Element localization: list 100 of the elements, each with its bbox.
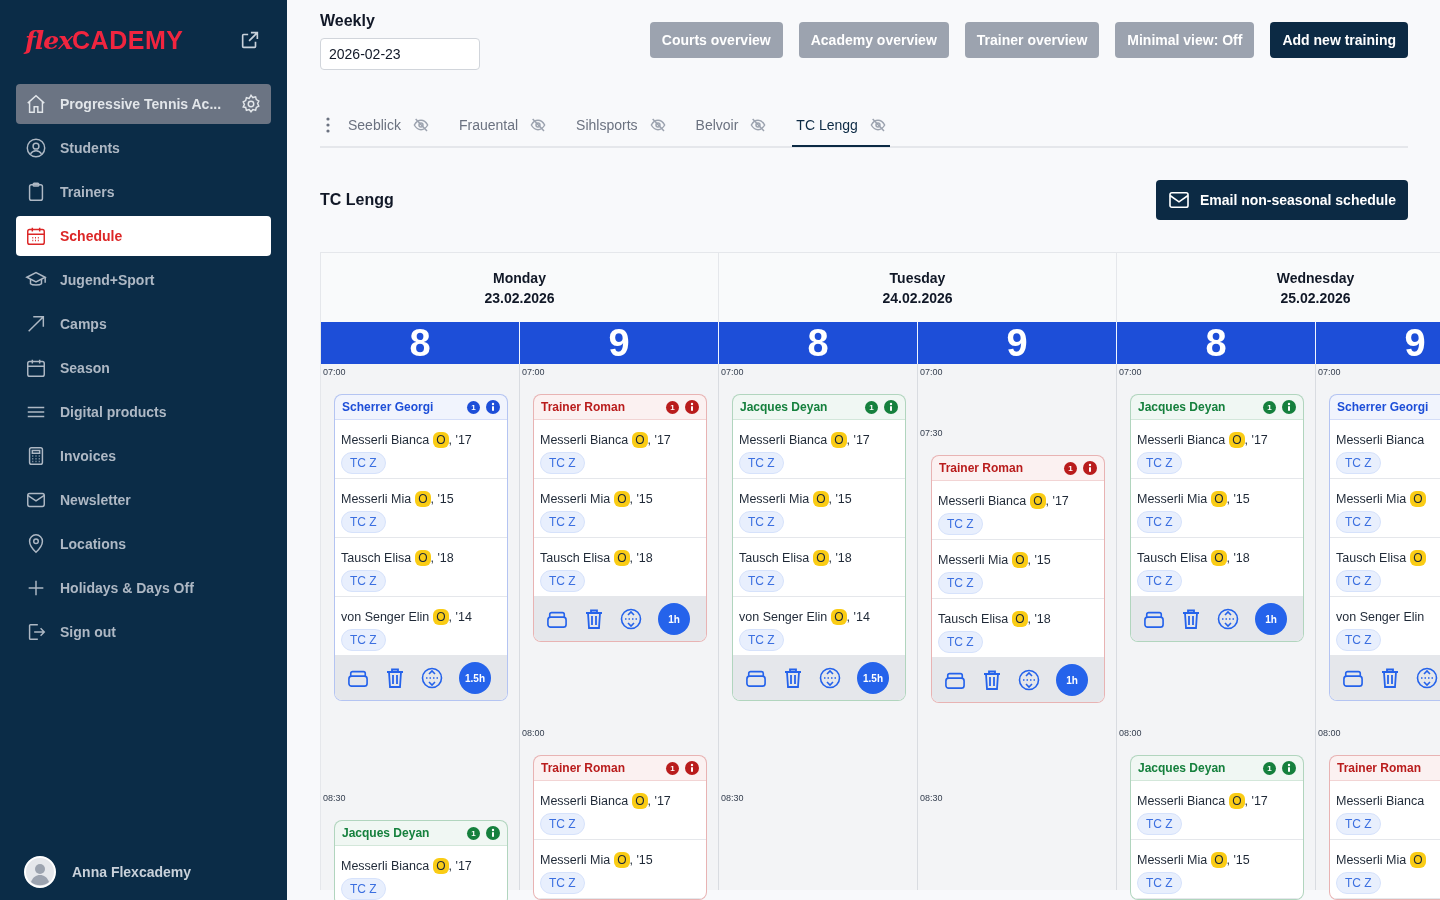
training-card[interactable]: Trainer Roman 1 Messerli Bianca O , '17 TC Z Messerli Mia O , '15 TC Z Tausch Elisa O , '18 TC Z 1h <box>533 394 707 642</box>
training-card[interactable]: Trainer Roman 1 Messerli Bianca O , '17 TC Z Messerli Mia O , '15 TC Z Tausch Elisa O , '18 TC Z 1h <box>931 455 1105 703</box>
nav-item[interactable]: Invoices <box>16 436 271 476</box>
student-name: Tausch Elisa <box>540 551 611 565</box>
student-row[interactable]: Messerli Bianca O , '17 TC Z <box>932 481 1104 540</box>
email-button[interactable]: Email non-seasonal schedule <box>1155 180 1408 220</box>
nav-item[interactable]: Holidays & Days Off <box>16 568 271 608</box>
student-row[interactable]: Messerli Mia O , '15 TC Z <box>932 540 1104 599</box>
duration-button[interactable]: 1h <box>1255 603 1287 635</box>
duration-button[interactable]: 1h <box>1056 664 1088 696</box>
nav-item[interactable]: Newsletter <box>16 480 271 520</box>
nav-item[interactable]: Students <box>16 128 271 168</box>
location-tab[interactable]: Belvoir <box>691 105 771 147</box>
location-tab[interactable]: Seeblick <box>344 105 433 147</box>
duration-button[interactable]: 1.5h <box>857 662 889 694</box>
training-card[interactable]: Jacques Deyan 1 Messerli Bianca O , '17 TC Z Messerli Mia O , '15 TC Z <box>1130 755 1304 900</box>
training-card[interactable]: Jacques Deyan 1 Messerli Bianca O , '17 TC Z Messerli Mia O , '15 TC Z Tausch Elisa O , '18 TC Z 1h <box>1130 394 1304 642</box>
level-badge: O <box>831 609 847 625</box>
trainer-name: Jacques Deyan <box>740 400 829 414</box>
student-name: Messerli Mia <box>938 553 1009 567</box>
student-row[interactable]: Tausch Elisa O , '18 TC Z <box>335 538 507 597</box>
nav-item[interactable]: Camps <box>16 304 271 344</box>
course-tag: TC Z <box>1137 452 1182 474</box>
nav-item[interactable]: Schedule <box>16 216 271 256</box>
training-card[interactable]: Trainer Roman Messerli Bianca TC Z Messerli Mia O TC Z <box>1329 755 1440 900</box>
student-name: Messerli Mia <box>341 492 412 506</box>
course-tag: TC Z <box>739 511 784 533</box>
student-name: Messerli Mia <box>739 492 810 506</box>
training-card[interactable]: Jacques Deyan 1 Messerli Bianca O , '17 TC Z Messerli Mia O , '15 TC Z Tausch Elisa O , '18 TC Z von Senger Elin O , '14 TC Z 1.5h <box>732 394 906 701</box>
location-tab[interactable]: TC Lengg <box>792 105 890 147</box>
student-row[interactable]: Messerli Mia O TC Z <box>1330 479 1440 538</box>
trainer-name: Trainer Roman <box>541 761 627 775</box>
student-row[interactable]: Tausch Elisa O TC Z <box>1330 538 1440 597</box>
student-row[interactable]: Messerli Bianca O , '17 TC Z <box>534 420 706 479</box>
location-tab[interactable]: Frauental <box>454 105 551 147</box>
training-card[interactable]: Jacques Deyan 1 Messerli Bianca O , '17 TC Z <box>334 820 508 900</box>
time-label: 07:00 <box>521 366 546 379</box>
student-name: Tausch Elisa <box>739 551 810 565</box>
level-badge: O <box>831 432 847 448</box>
nav-item[interactable]: Season <box>16 348 271 388</box>
level-badge: O <box>1410 852 1426 868</box>
birth-year: , '14 <box>846 610 870 624</box>
course-tag: TC Z <box>341 452 386 474</box>
course-tag: TC Z <box>540 813 585 835</box>
student-row[interactable]: Messerli Bianca O , '17 TC Z <box>335 420 507 479</box>
organization-item[interactable]: Progressive Tennis Ac... <box>16 84 271 124</box>
level-badge: O <box>1211 852 1227 868</box>
level-badge: O <box>415 550 431 566</box>
birth-year: , '17 <box>1244 794 1268 808</box>
training-card[interactable]: Scherrer Georgi Messerli Bianca TC Z Messerli Mia O TC Z Tausch Elisa O TC Z von Senger Elin TC Z <box>1329 394 1440 701</box>
court-number: 8 <box>807 321 829 365</box>
student-row[interactable]: Tausch Elisa O , '18 TC Z <box>733 538 905 597</box>
course-tag: TC Z <box>341 570 386 592</box>
student-row[interactable]: Messerli Mia O , '15 TC Z <box>534 840 706 899</box>
student-name: Messerli Bianca <box>341 433 430 447</box>
level-badge: O <box>632 432 648 448</box>
birth-year: , '15 <box>1226 853 1250 867</box>
student-row[interactable]: Messerli Bianca O , '17 TC Z <box>534 781 706 840</box>
duration-button[interactable]: 1.5h <box>459 662 491 694</box>
count-badge: 1 <box>467 400 480 414</box>
nav-item[interactable]: Sign out <box>16 612 271 652</box>
nav-item[interactable]: Digital products <box>16 392 271 432</box>
student-row[interactable]: Messerli Mia O , '15 TC Z <box>1131 840 1303 899</box>
trainer-name: Jacques Deyan <box>1138 400 1227 414</box>
student-row[interactable]: Messerli Bianca O , '17 TC Z <box>335 846 507 900</box>
level-badge: O <box>614 550 630 566</box>
student-row[interactable]: Messerli Mia O , '15 TC Z <box>534 479 706 538</box>
course-tag: TC Z <box>938 513 983 535</box>
day-date: 24.02.2026 <box>882 289 953 306</box>
level-badge: O <box>415 491 431 507</box>
student-row[interactable]: Messerli Bianca O , '17 TC Z <box>1131 781 1303 840</box>
toolbar-button[interactable]: Add new training <box>1270 22 1408 58</box>
location-tab[interactable]: Sihlsports <box>572 105 670 147</box>
date-field[interactable]: 2026-02-23 <box>320 38 480 70</box>
level-badge: O <box>614 852 630 868</box>
student-row[interactable]: Messerli Mia O , '15 TC Z <box>733 479 905 538</box>
time-label: 07:00 <box>1317 366 1342 379</box>
level-badge: O <box>1229 793 1245 809</box>
student-row[interactable]: Messerli Bianca TC Z <box>1330 420 1440 479</box>
level-badge: O <box>433 858 449 874</box>
student-row[interactable]: Messerli Mia O TC Z <box>1330 840 1440 899</box>
student-row[interactable]: Messerli Mia O , '15 TC Z <box>335 479 507 538</box>
course-tag: TC Z <box>1137 511 1182 533</box>
duration-button[interactable]: 1h <box>658 603 690 635</box>
level-badge: O <box>1012 611 1028 627</box>
nav-item[interactable]: Trainers <box>16 172 271 212</box>
student-row[interactable]: Messerli Mia O , '15 TC Z <box>1131 479 1303 538</box>
student-row[interactable]: Messerli Bianca TC Z <box>1330 781 1440 840</box>
training-card[interactable]: Scherrer Georgi 1 Messerli Bianca O , '17 TC Z Messerli Mia O , '15 TC Z Tausch Elisa O , '18 TC Z von Senger Elin O , '14 TC Z 1.5h <box>334 394 508 701</box>
training-card[interactable]: Trainer Roman 1 Messerli Bianca O , '17 TC Z Messerli Mia O , '15 TC Z <box>533 755 707 900</box>
time-label: 08:30 <box>322 792 347 805</box>
student-row[interactable]: Messerli Bianca O , '17 TC Z <box>733 420 905 479</box>
nav-item[interactable]: Locations <box>16 524 271 564</box>
level-badge: O <box>1211 550 1227 566</box>
nav-item[interactable]: Jugend+Sport <box>16 260 271 300</box>
level-badge: O <box>813 491 829 507</box>
count-badge: 1 <box>865 400 878 414</box>
time-label: 08:00 <box>521 727 546 740</box>
view-label: Weekly <box>320 12 376 30</box>
student-row[interactable]: Messerli Bianca O , '17 TC Z <box>1131 420 1303 479</box>
